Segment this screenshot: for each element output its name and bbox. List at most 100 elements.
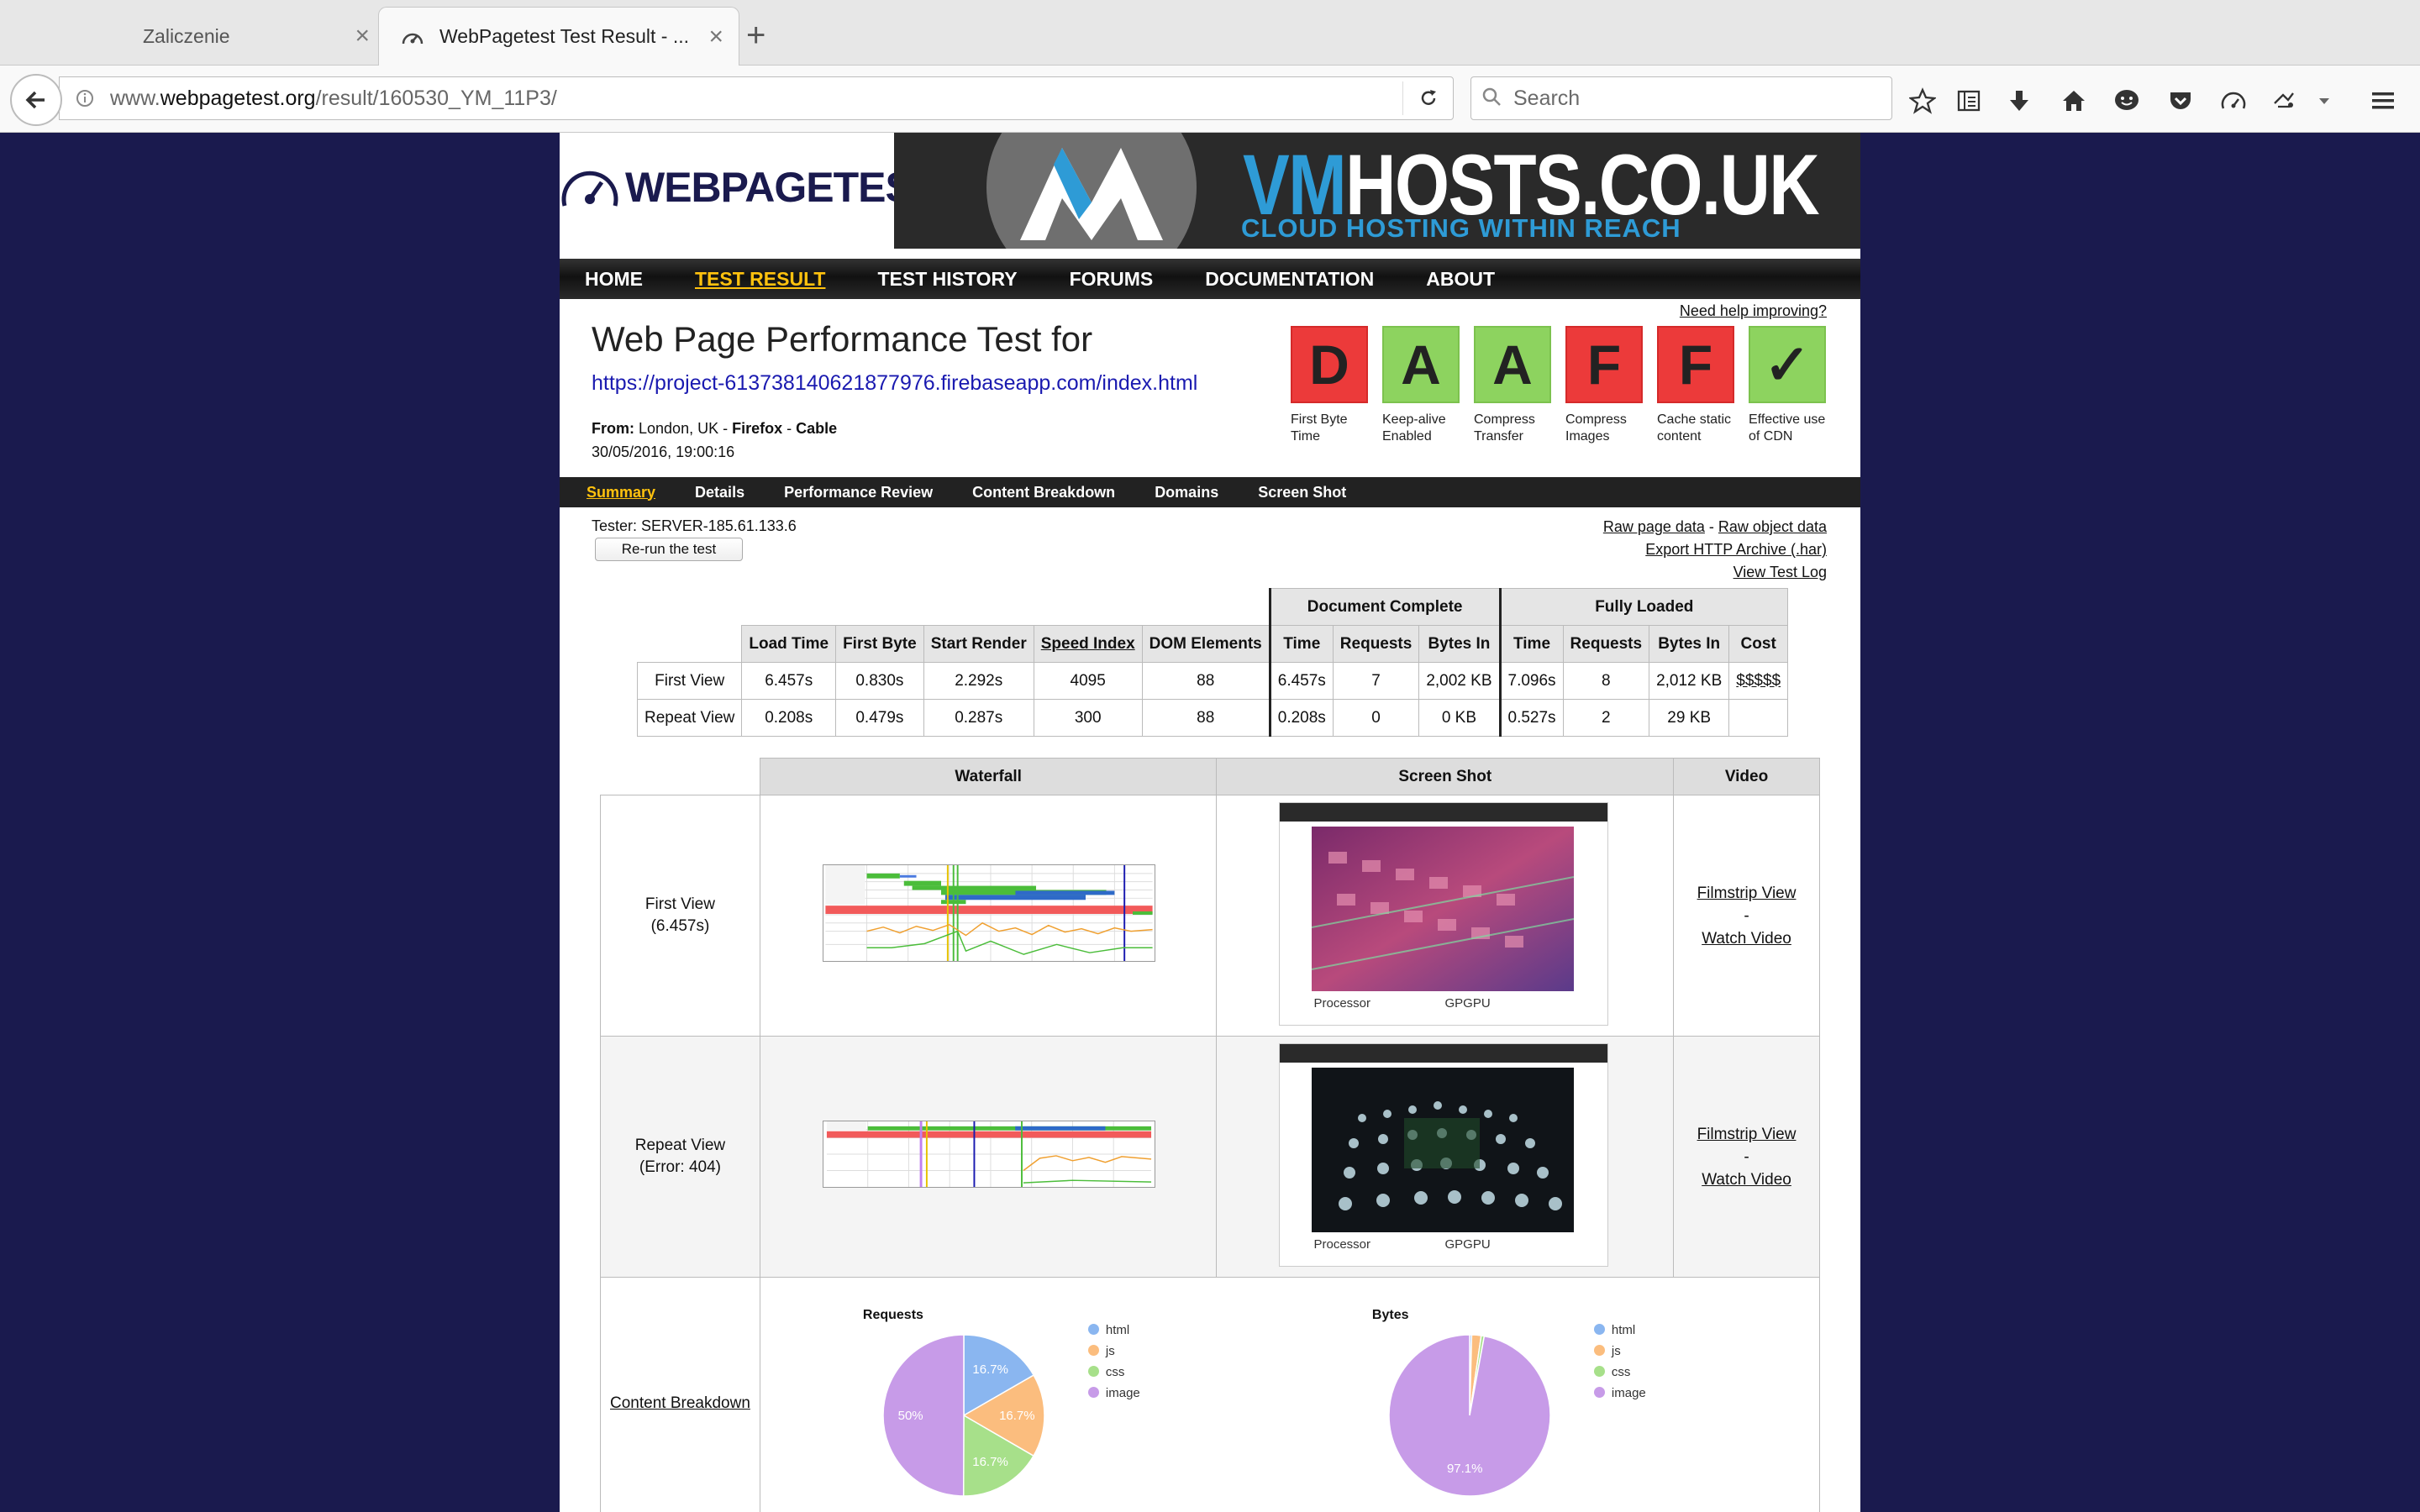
logo-text: WEBPAGETEST xyxy=(625,164,938,211)
media-table: Waterfall Screen Shot Video First View (6… xyxy=(600,758,1821,1512)
nav-test-result[interactable]: TEST RESULT xyxy=(695,268,825,291)
video-cell: Filmstrip View - Watch Video xyxy=(1673,795,1820,1037)
download-icon[interactable] xyxy=(2004,86,2034,116)
cell: 2 xyxy=(1562,699,1650,737)
subnav-summary[interactable]: Summary xyxy=(587,484,655,501)
subnav-domains[interactable]: Domains xyxy=(1155,484,1218,501)
screenshot-thumbnail[interactable]: Processor GPGPU xyxy=(1279,802,1609,1026)
extension-icon[interactable] xyxy=(2269,86,2299,116)
first-view-row: First View (6.457s) Processor GPGPU Film… xyxy=(600,795,1820,1037)
chip-photo-image xyxy=(1312,827,1575,991)
info-icon[interactable] xyxy=(60,89,110,108)
raw-object-data-link[interactable]: Raw object data xyxy=(1718,518,1827,535)
screenshot-caption: GPGPU xyxy=(1444,1237,1491,1252)
watch-video-link[interactable]: Watch Video xyxy=(1674,927,1819,950)
col-header: Cost xyxy=(1728,625,1789,663)
nav-forums[interactable]: FORUMS xyxy=(1070,268,1154,291)
cell: 300 xyxy=(1033,699,1143,737)
screenshot-thumbnail[interactable]: Processor GPGPU xyxy=(1279,1043,1609,1267)
chevron-down-icon[interactable] xyxy=(2309,86,2339,116)
pie-slice-image[interactable] xyxy=(882,1334,965,1497)
grade-letter: A xyxy=(1474,326,1551,403)
waterfall-thumbnail[interactable] xyxy=(822,864,1155,962)
cell: 0 xyxy=(1332,699,1420,737)
grade-compress-images[interactable]: F Compress Images xyxy=(1565,326,1643,445)
ad-banner[interactable]: VMHOSTS.CO.UK CLOUD HOSTING WITHIN REACH xyxy=(894,133,1860,249)
legend-swatch xyxy=(1593,1387,1605,1398)
doc-complete-header: Document Complete xyxy=(1268,588,1501,626)
grade-cache-static[interactable]: F Cache static content xyxy=(1657,326,1734,445)
waterfall-thumbnail[interactable] xyxy=(822,1121,1155,1188)
cost-cell[interactable]: $$$$$ xyxy=(1728,662,1789,700)
first-view-label: First View (6.457s) xyxy=(600,795,760,1037)
legend-item: js xyxy=(1087,1341,1140,1362)
filmstrip-view-link[interactable]: Filmstrip View xyxy=(1674,882,1819,905)
close-tab-icon[interactable]: × xyxy=(708,23,723,51)
subnav-details[interactable]: Details xyxy=(695,484,744,501)
page-content: WEBPAGETEST VMHOSTS.CO.UK CLOUD HOSTING … xyxy=(560,133,1860,1512)
webpagetest-logo[interactable]: WEBPAGETEST xyxy=(560,163,938,212)
legend-item: css xyxy=(1593,1362,1646,1383)
cell: 2,012 KB xyxy=(1649,662,1730,700)
legend-swatch xyxy=(1593,1366,1605,1377)
nav-home[interactable]: HOME xyxy=(585,268,643,291)
nav-test-history[interactable]: TEST HISTORY xyxy=(877,268,1017,291)
pie-label: 97.1% xyxy=(1447,1462,1483,1476)
cost-link[interactable]: $$$$$ xyxy=(1736,672,1781,690)
back-button[interactable] xyxy=(10,74,62,126)
url-text[interactable]: www.webpagetest.org/result/160530_YM_11P… xyxy=(110,87,1402,111)
nav-about[interactable]: ABOUT xyxy=(1426,268,1495,291)
pocket-icon[interactable] xyxy=(2165,86,2196,116)
reading-list-icon[interactable] xyxy=(1954,86,1984,116)
subnav-performance-review[interactable]: Performance Review xyxy=(784,484,933,501)
video-cell: Filmstrip View - Watch Video xyxy=(1673,1036,1820,1278)
close-tab-icon[interactable]: × xyxy=(355,22,370,50)
col-header: Start Render xyxy=(923,625,1034,663)
bookmark-star-icon[interactable] xyxy=(1907,86,1938,116)
url-bar[interactable]: www.webpagetest.org/result/160530_YM_11P… xyxy=(59,76,1454,120)
content-breakdown-link[interactable]: Content Breakdown xyxy=(610,1394,750,1412)
filmstrip-view-link[interactable]: Filmstrip View xyxy=(1674,1123,1819,1146)
grade-label: Keep-alive Enabled xyxy=(1382,412,1446,444)
chat-icon[interactable] xyxy=(2112,86,2142,116)
cell: 8 xyxy=(1562,662,1650,700)
vm-logo-icon xyxy=(1020,148,1163,240)
grade-keep-alive[interactable]: A Keep-alive Enabled xyxy=(1382,326,1460,445)
legend-item: image xyxy=(1087,1383,1140,1404)
bytes-pie-chart[interactable]: 97.1% xyxy=(1386,1331,1554,1499)
table-row: First View 6.457s 0.830s 2.292s 4095 88 … xyxy=(636,662,1789,700)
home-icon[interactable] xyxy=(2059,86,2089,116)
raw-page-data-link[interactable]: Raw page data xyxy=(1603,518,1705,535)
grade-panel: D First Byte Time A Keep-alive Enabled A… xyxy=(1291,326,1840,445)
rerun-button[interactable]: Re-run the test xyxy=(595,538,743,561)
help-improving-link[interactable]: Need help improving? xyxy=(1680,302,1827,320)
subnav-screen-shot[interactable]: Screen Shot xyxy=(1258,484,1346,501)
tester-info: Tester: SERVER-185.61.133.6 xyxy=(592,517,797,534)
legend-swatch xyxy=(1593,1345,1605,1356)
nav-documentation[interactable]: DOCUMENTATION xyxy=(1205,268,1374,291)
search-bar[interactable]: Search xyxy=(1470,76,1892,120)
pie-label: 50% xyxy=(898,1409,923,1423)
screenshot-caption: Processor xyxy=(1313,996,1371,1011)
tab-webpagetest[interactable]: WebPagetest Test Result - ... × xyxy=(378,7,739,66)
content-breakdown-row: Content Breakdown Requests 16.7% 16.7% 16.… xyxy=(600,1277,1821,1512)
tested-url-link[interactable]: https://project-613738140621877976.fireb… xyxy=(592,371,1197,396)
grade-first-byte[interactable]: D First Byte Time xyxy=(1291,326,1368,445)
new-tab-icon[interactable]: + xyxy=(746,17,765,55)
legend-item: html xyxy=(1087,1320,1140,1341)
tab-zaliczenie[interactable]: Zaliczenie × xyxy=(126,7,378,66)
col-header-speed-index[interactable]: Speed Index xyxy=(1033,625,1143,663)
speed-index-link[interactable]: Speed Index xyxy=(1041,635,1135,653)
subnav-content-breakdown[interactable]: Content Breakdown xyxy=(972,484,1115,501)
pie-label: 16.7% xyxy=(972,1362,1008,1377)
watch-video-link[interactable]: Watch Video xyxy=(1674,1168,1819,1191)
view-test-log-link[interactable]: View Test Log xyxy=(1733,564,1827,580)
grade-compress-transfer[interactable]: A Compress Transfer xyxy=(1474,326,1551,445)
menu-icon[interactable] xyxy=(2368,86,2398,116)
grade-letter: F xyxy=(1565,326,1643,403)
grade-cdn[interactable]: ✓ Effective use of CDN xyxy=(1749,326,1826,445)
requests-pie-chart[interactable]: 16.7% 16.7% 16.7% 50% xyxy=(880,1331,1048,1499)
export-har-link[interactable]: Export HTTP Archive (.har) xyxy=(1645,541,1827,558)
reload-icon[interactable] xyxy=(1402,81,1453,115)
speed-gauge-icon[interactable] xyxy=(2218,86,2249,116)
